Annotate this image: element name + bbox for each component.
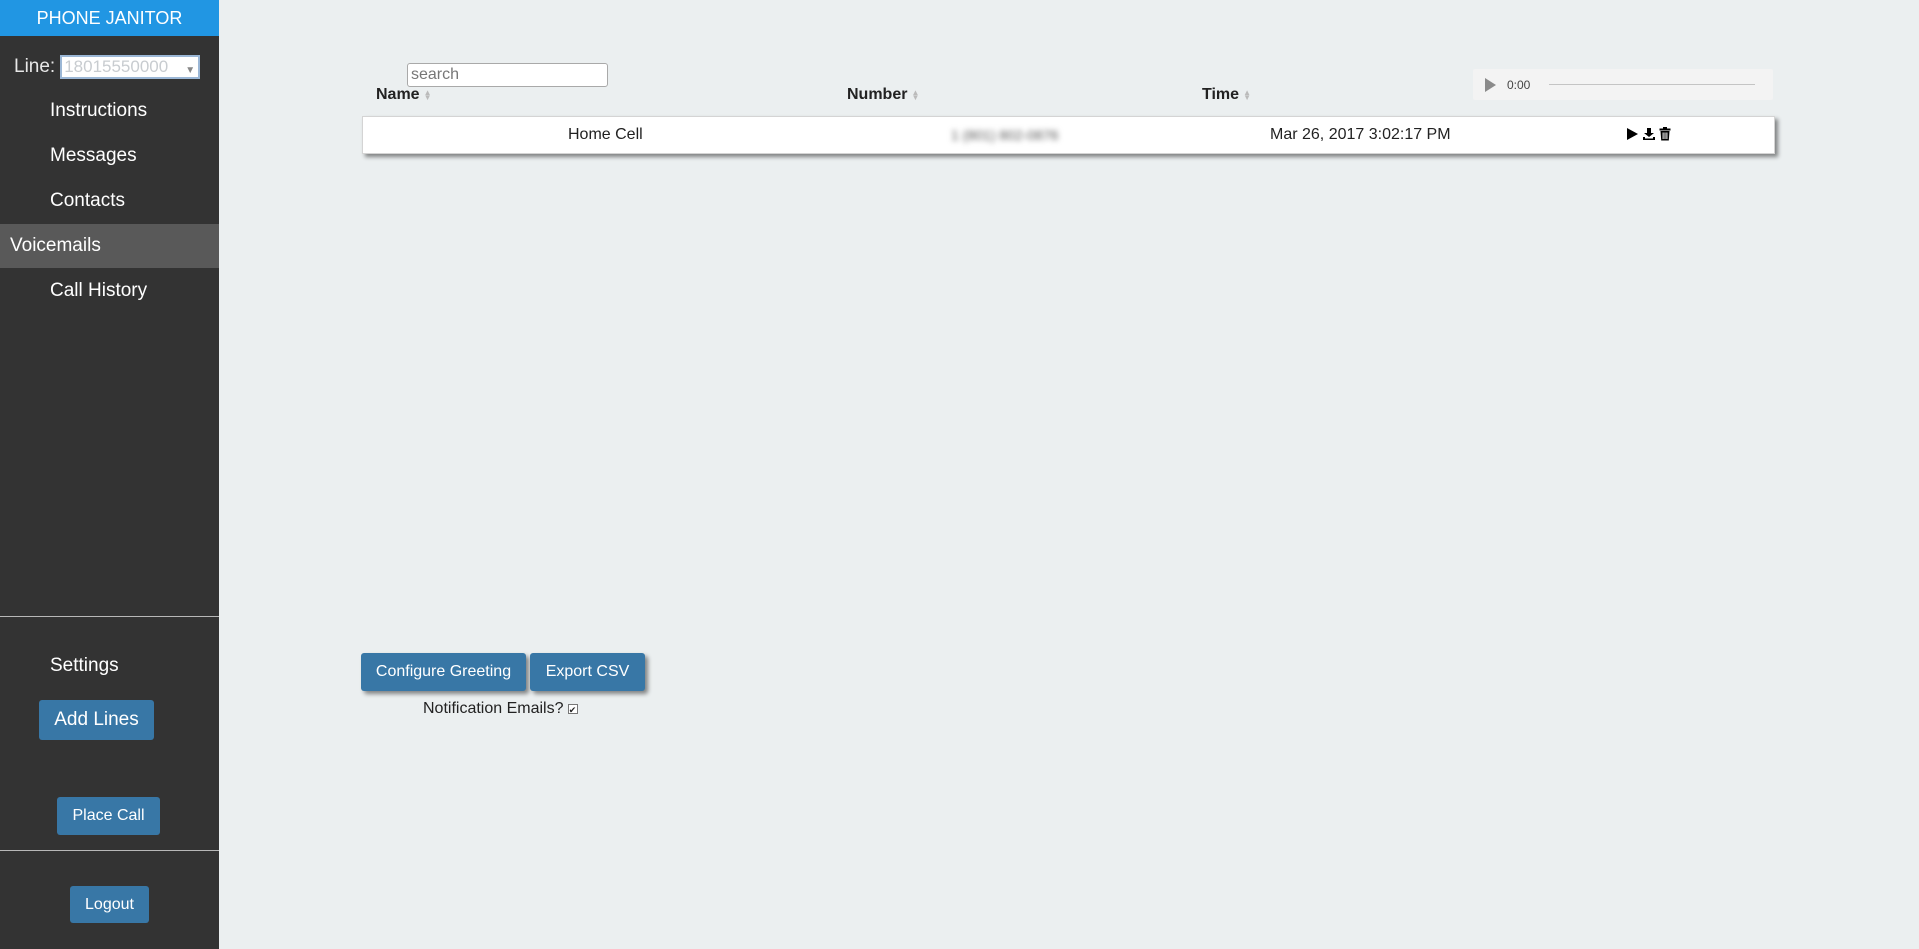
export-csv-button[interactable]: Export CSV [530,653,645,691]
play-icon[interactable] [1626,127,1639,146]
line-select[interactable]: 18015550000 ▼ [60,55,201,79]
audio-play-icon[interactable] [1485,78,1496,92]
place-call-button[interactable]: Place Call [57,797,160,835]
logout-button[interactable]: Logout [70,886,149,923]
line-label: Line: [14,56,56,77]
column-header-time[interactable]: Time ▲ ▼ [1202,86,1251,104]
sort-icon: ▲ ▼ [423,88,432,102]
sidebar-item-label: Messages [50,145,137,166]
notification-emails-checkbox[interactable]: ✔ [567,704,578,715]
sidebar-item-contacts[interactable]: Contacts [0,179,219,223]
download-icon[interactable] [1642,127,1656,146]
chevron-down-icon: ▼ [185,65,196,76]
sidebar: PHONE JANITOR Line: 18015550000 ▼ Instru… [0,0,219,949]
sidebar-item-label: Contacts [50,190,125,211]
line-select-value: 18015550000 [64,57,169,76]
row-actions [1626,127,1671,146]
sidebar-item-label: Instructions [50,100,148,121]
column-header-name[interactable]: Name ▲ ▼ [376,86,432,104]
row-number: 1 (801) 802-0876 [951,127,1059,143]
audio-player: 0:00 [1473,69,1773,100]
row-name: Home Cell [568,126,643,143]
notification-emails-row: Notification Emails? ✔ [423,700,578,718]
column-header-label: Name [376,86,420,103]
search-input[interactable] [407,63,608,87]
column-header-number[interactable]: Number ▲ ▼ [847,86,919,104]
sidebar-divider [0,616,219,617]
column-header-label: Number [847,86,908,103]
notification-emails-label: Notification Emails? [423,700,564,717]
sidebar-item-voicemails[interactable]: Voicemails [0,224,219,268]
sidebar-item-call-history[interactable]: Call History [0,269,219,313]
column-header-label: Time [1202,86,1240,103]
sidebar-item-settings[interactable]: Settings [0,644,219,688]
sort-icon: ▲ ▼ [1243,88,1252,102]
line-selector-row: Line: 18015550000 ▼ [14,54,201,80]
sidebar-item-label: Voicemails [10,235,101,256]
add-lines-button[interactable]: Add Lines [39,700,154,740]
sidebar-divider [0,850,219,851]
configure-greeting-button[interactable]: Configure Greeting [361,653,526,691]
trash-icon[interactable] [1659,127,1671,146]
audio-progress-bar[interactable] [1549,84,1755,85]
sort-icon: ▲ ▼ [911,88,920,102]
sidebar-item-messages[interactable]: Messages [0,134,219,178]
sidebar-item-label: Settings [50,655,119,676]
sidebar-item-instructions[interactable]: Instructions [0,89,219,133]
audio-time: 0:00 [1507,78,1531,92]
sidebar-item-label: Call History [50,280,148,301]
app-title[interactable]: PHONE JANITOR [0,0,219,36]
row-time: Mar 26, 2017 3:02:17 PM [1270,126,1451,143]
table-row[interactable]: Home Cell 1 (801) 802-0876 Mar 26, 2017 … [362,116,1775,154]
